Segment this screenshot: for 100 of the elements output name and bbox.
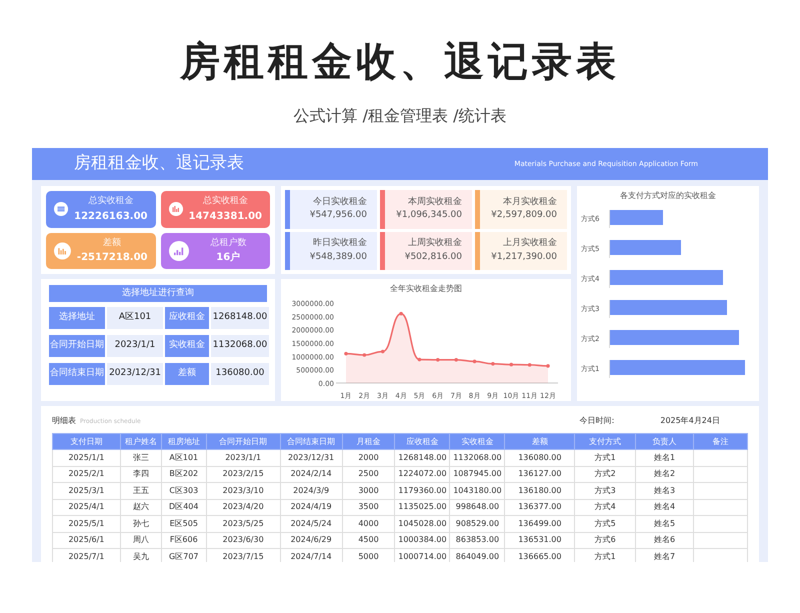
table-cell: 1224072.00 — [394, 466, 450, 482]
column-header: 合同开始日期 — [206, 434, 280, 450]
card-value: 16户 — [216, 250, 240, 265]
card-label: 昨日实收租金 — [313, 237, 367, 250]
card-label: 差额 — [103, 236, 122, 250]
table-cell: 方式3 — [574, 482, 636, 499]
table-cell: 2023/3/10 — [206, 482, 280, 499]
query-label: 应收租金 — [165, 307, 209, 329]
date-value: 2025年4月24日 — [660, 415, 720, 427]
table-cell: 2023/12/31 — [280, 450, 342, 466]
table-cell: 908529.00 — [450, 516, 505, 532]
table-cell: 4500 — [342, 532, 395, 548]
query-value: 1132068.00 — [211, 335, 269, 357]
bar — [610, 240, 681, 255]
card-value: 12226163.00 — [74, 210, 148, 224]
page-subtitle: 公式计算 /租金管理表 /统计表 — [294, 105, 506, 127]
table-cell: 863853.00 — [450, 532, 505, 548]
table-cell: 2024/4/19 — [280, 499, 342, 516]
table-cell: 2024/6/29 — [280, 532, 342, 548]
table-cell: 孙七 — [120, 516, 162, 532]
table-cell: 1000384.00 — [394, 532, 450, 548]
table-cell: D区404 — [161, 499, 206, 516]
table-cell: 2025/6/1 — [52, 532, 120, 548]
query-value: A区101 — [107, 307, 163, 329]
chart-title: 全年实收租金走势图 — [390, 283, 462, 295]
query-title: 选择地址进行查询 — [49, 285, 267, 302]
card-value: ¥1,096,345.00 — [396, 209, 462, 222]
query-value: 2023/1/1 — [107, 335, 163, 357]
card-value: ¥2,597,809.00 — [491, 209, 557, 222]
bar — [610, 210, 663, 225]
table-cell: 3500 — [342, 499, 395, 516]
table-cell: 2025/7/1 — [52, 548, 120, 562]
table-cell: 2023/4/20 — [206, 499, 280, 516]
table-cell: 姓名2 — [636, 466, 694, 482]
query-label: 合同结束日期 — [49, 363, 105, 385]
date-label: 今日时间: — [580, 415, 614, 427]
table-cell: 方式6 — [574, 532, 636, 548]
column-header: 差额 — [504, 434, 575, 450]
table-cell: 姓名6 — [636, 532, 694, 548]
table-cell: 1135025.00 — [394, 499, 450, 516]
table-cell: 2025/2/1 — [52, 466, 120, 482]
table-cell: F区606 — [161, 532, 206, 548]
column-header: 租户姓名 — [120, 434, 162, 450]
table-cell: 136180.00 — [504, 482, 575, 499]
column-header: 租房地址 — [161, 434, 206, 450]
table-cell: 998648.00 — [450, 499, 505, 516]
data-point — [454, 358, 458, 362]
data-point — [418, 358, 422, 362]
card-label: 总实收租金 — [88, 195, 134, 208]
card-value: ¥1,217,390.00 — [491, 250, 557, 264]
table-cell — [694, 482, 748, 499]
table-cell: 136127.00 — [504, 466, 575, 482]
data-point — [546, 364, 550, 368]
detail-title: 明细表 — [52, 415, 76, 427]
query-value: 1268148.00 — [211, 307, 269, 329]
column-header: 实收租金 — [450, 434, 505, 450]
column-header: 合同结束日期 — [280, 434, 342, 450]
table-cell: 2023/2/15 — [206, 466, 280, 482]
data-point — [528, 363, 532, 367]
table-cell: 李四 — [120, 466, 162, 482]
table-cell: 136499.00 — [504, 516, 575, 532]
column-header: 备注 — [694, 434, 748, 450]
table-cell — [694, 499, 748, 516]
table-cell: 1179360.00 — [394, 482, 450, 499]
table-cell: 4000 — [342, 516, 395, 532]
table-cell: 方式2 — [574, 466, 636, 482]
table-cell: 2024/5/24 — [280, 516, 342, 532]
table-cell — [694, 450, 748, 466]
card-label: 上月实收租金 — [503, 237, 557, 250]
card-value: 14743381.00 — [188, 210, 262, 224]
data-point — [380, 350, 385, 354]
data-point — [509, 362, 514, 366]
table-cell: 1045028.00 — [394, 516, 450, 532]
table-cell: 张三 — [120, 450, 162, 466]
card-value: ¥547,956.00 — [310, 209, 367, 222]
card-value: -2517218.00 — [76, 251, 148, 265]
table-cell: 姓名1 — [636, 450, 694, 466]
table-cell: 2023/6/30 — [206, 532, 280, 548]
table-cell: 2025/4/1 — [52, 499, 120, 516]
table-cell: B区202 — [161, 466, 206, 482]
table-cell: 姓名4 — [636, 499, 694, 516]
card-label: 本周实收租金 — [408, 196, 462, 209]
query-label: 合同开始日期 — [49, 335, 105, 357]
table-cell — [694, 466, 748, 482]
data-point — [399, 312, 403, 316]
table-cell: 1132068.00 — [450, 450, 505, 466]
table-cell: 赵六 — [120, 499, 162, 516]
table-cell: 2025/5/1 — [52, 516, 120, 532]
table-cell: 1268148.00 — [394, 450, 450, 466]
column-header: 月租金 — [342, 434, 395, 450]
query-label: 选择地址 — [49, 307, 105, 329]
table-cell: A区101 — [161, 450, 206, 466]
table-cell: C区303 — [161, 482, 206, 499]
query-value: 2023/12/31 — [107, 363, 163, 385]
table-cell: 2500 — [342, 466, 395, 482]
table-cell: 方式5 — [574, 516, 636, 532]
table-cell: 2024/2/14 — [280, 466, 342, 482]
table-cell: 1043180.00 — [450, 482, 505, 499]
table-cell: 姓名3 — [636, 482, 694, 499]
table-cell: 2023/1/1 — [206, 450, 280, 466]
